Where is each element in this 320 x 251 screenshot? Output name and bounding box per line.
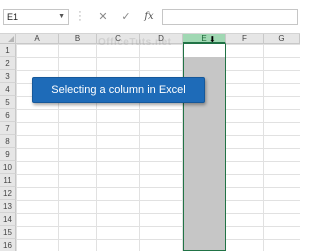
row-header-5[interactable]: 5 <box>0 96 16 109</box>
row-header-15[interactable]: 15 <box>0 226 16 239</box>
column-header-e[interactable]: E <box>183 34 226 44</box>
row-header-13[interactable]: 13 <box>0 200 16 213</box>
row-header-16[interactable]: 16 <box>0 239 16 251</box>
select-all-button[interactable] <box>0 34 16 44</box>
row-header-1[interactable]: 1 <box>0 44 16 57</box>
watermark: OfficeTuts.net <box>98 37 172 48</box>
row-header-4[interactable]: 4 <box>0 83 16 96</box>
column-header-g[interactable]: G <box>264 34 300 44</box>
row-header-8[interactable]: 8 <box>0 135 16 148</box>
row-header-3[interactable]: 3 <box>0 70 16 83</box>
chevron-down-icon[interactable]: ▼ <box>58 11 65 23</box>
cancel-button[interactable]: ✕ <box>95 9 111 25</box>
name-box-value: E1 <box>7 12 19 22</box>
selected-column-e[interactable] <box>183 44 226 251</box>
column-header-f[interactable]: F <box>226 34 264 44</box>
formula-input[interactable] <box>162 9 298 25</box>
formula-bar: E1 ▼ · · · ✕ ✓ fx <box>0 0 300 34</box>
callout-label: Selecting a column in Excel <box>32 77 205 103</box>
name-box[interactable]: E1 ▼ <box>3 9 69 25</box>
row-header-7[interactable]: 7 <box>0 122 16 135</box>
worksheet-grid: A B C D E F G ⬇ 1 2 3 4 5 6 7 8 9 10 11 … <box>0 34 300 251</box>
row-header-6[interactable]: 6 <box>0 109 16 122</box>
row-header-10[interactable]: 10 <box>0 161 16 174</box>
insert-function-button[interactable]: fx <box>141 9 157 25</box>
row-header-9[interactable]: 9 <box>0 148 16 161</box>
row-header-12[interactable]: 12 <box>0 187 16 200</box>
row-header-14[interactable]: 14 <box>0 213 16 226</box>
row-header-11[interactable]: 11 <box>0 174 16 187</box>
column-header-a[interactable]: A <box>16 34 59 44</box>
column-select-cursor-icon: ⬇ <box>209 35 216 44</box>
column-header-b[interactable]: B <box>59 34 97 44</box>
row-header-2[interactable]: 2 <box>0 57 16 70</box>
select-all-icon <box>8 36 14 42</box>
active-cell-e1[interactable] <box>184 44 225 57</box>
drag-handle-icon[interactable]: · · · <box>76 7 84 26</box>
cell-area[interactable] <box>16 44 300 251</box>
enter-button[interactable]: ✓ <box>118 9 134 25</box>
